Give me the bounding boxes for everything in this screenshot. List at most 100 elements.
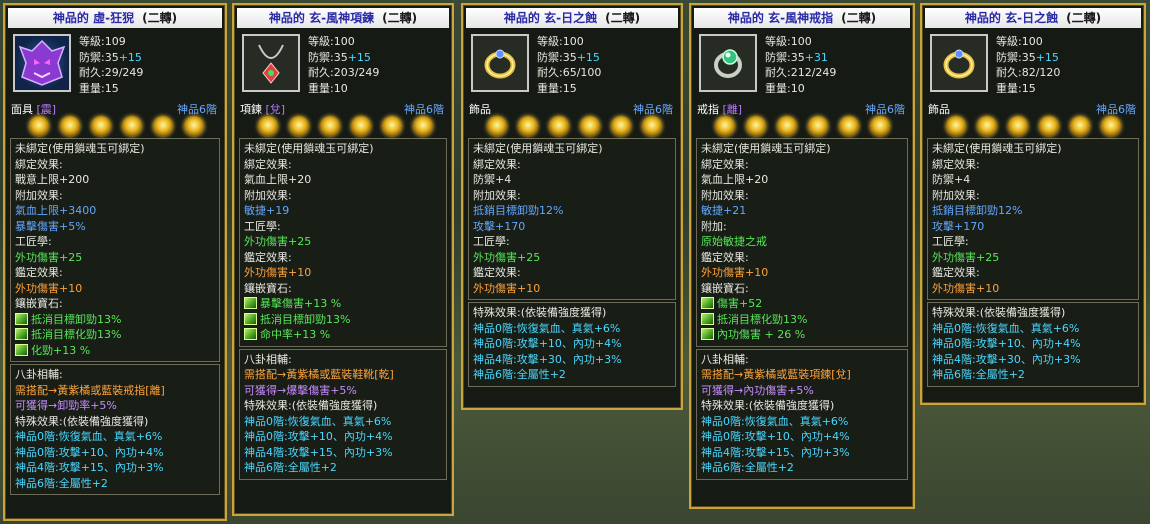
stat-line: 耐久:203/249	[308, 66, 380, 79]
stat-line: 重量:10	[765, 81, 805, 95]
slot-row: 戒指 [離] 神品6階	[697, 102, 907, 138]
attribute-line: 外功傷害+10	[932, 281, 1000, 295]
attribute-line: 特殊效果:(依裝備強度獲得)	[15, 414, 149, 428]
stat-line: 重量:10	[308, 81, 348, 95]
attribute-line: 鑑定效果:	[932, 266, 980, 279]
refine-orb-icon	[977, 116, 997, 136]
stat-line: 防禦:35+31	[765, 50, 828, 64]
refine-orb-icon	[839, 116, 859, 136]
refine-orb-icon	[715, 116, 735, 136]
item-header: 等級:100 防禦:35+15 耐久:82/120 重量:15	[928, 32, 1138, 102]
attribute-line: 工匠學:	[932, 235, 969, 248]
refine-orb-icon	[642, 116, 662, 136]
gem-line: 命中率+13 %	[244, 327, 443, 343]
slot-row: 飾品 神品6階	[469, 102, 675, 138]
item-title: 神品的 玄-風神項鍊 (二轉)	[237, 8, 449, 28]
attribute-line: 神品6階:全屬性+2	[932, 368, 1025, 381]
gem-line: 化勁+13 %	[15, 343, 216, 359]
attribute-line: 氣血上限+3400	[15, 204, 97, 217]
attribute-line: 抵銷目標卸勁12%	[932, 204, 1023, 217]
attribute-line: 神品6階:全屬性+2	[244, 461, 337, 474]
attribute-line: 鑑定效果:	[15, 266, 63, 279]
attribute-line: 鑑定效果:	[473, 266, 521, 279]
slot-row: 項鍊 [兌] 神品6階	[240, 102, 446, 138]
item-stats: 等級:100 防禦:35+15 耐久:203/249 重量:10	[308, 34, 379, 96]
refine-orbs	[487, 116, 662, 136]
attribute-line: 神品4階:攻擊+15、內功+3%	[701, 445, 850, 459]
attribute-line: 特殊效果:(依裝備強度獲得)	[701, 399, 835, 412]
trigram-label: [離]	[722, 103, 743, 116]
attribute-line: 鑑定效果:	[244, 250, 292, 264]
gem-icon	[244, 312, 257, 325]
stat-line: 防禦:35+15	[79, 50, 142, 64]
item-name: 神品的 玄-風神戒指	[727, 11, 834, 25]
attribute-line: 未綁定(使用鎖魂玉可綁定)	[15, 142, 145, 155]
item-rank: (二轉)	[142, 11, 178, 25]
gem-icon	[701, 328, 714, 340]
refine-orb-icon	[777, 116, 797, 136]
stat-line: 防禦:35+15	[996, 50, 1059, 64]
item-header: 等級:100 防禦:35+15 耐久:203/249 重量:10	[240, 32, 446, 102]
item-header: 等級:100 防禦:35+15 耐久:65/100 重量:15	[469, 32, 675, 102]
gem-line: 內功傷害 + 26 %	[701, 327, 904, 343]
attribute-line: 神品0階:恢復氣血、真氣+6%	[15, 430, 163, 443]
refine-orbs	[946, 116, 1121, 136]
attribute-line: 神品0階:攻擊+10、內功+4%	[244, 430, 393, 443]
stat-line: 等級:100	[996, 35, 1043, 48]
refine-orb-icon	[1070, 116, 1090, 136]
attribute-line: 附加效果:	[244, 188, 292, 202]
refine-orb-icon	[413, 116, 433, 136]
attribute-line: 神品0階:恢復氣血、真氣+6%	[473, 321, 621, 335]
attribute-line: 外功傷害+10	[701, 266, 769, 279]
trigram-label: [震]	[36, 103, 57, 116]
attribute-line: 神品4階:攻擊+30、內功+3%	[932, 352, 1081, 366]
attribute-section: 未綁定(使用鎖魂玉可綁定) 綁定效果: 防禦+4 附加效果: 抵銷目標卸勁12% 攻擊+1…	[927, 138, 1139, 300]
item-header: 等級:109 防禦:35+15 耐久:29/249 重量:15	[11, 32, 219, 102]
attribute-line: 工匠學:	[15, 235, 52, 248]
item-tooltip-accessory-2: 神品的 玄-日之蝕 (二轉) 等級:100 防禦:35+15 耐久:82/120 重量:…	[920, 3, 1146, 405]
attribute-line: 神品4階:攻擊+15、內功+3%	[15, 461, 164, 474]
refine-orb-icon	[91, 116, 111, 136]
refine-orbs	[715, 116, 890, 136]
attribute-line: 可獲得→卸勁率+5%	[15, 399, 117, 412]
attribute-line: 需搭配→黃紫橘或藍裝戒指[離]	[15, 383, 165, 397]
attribute-line: 附加效果:	[701, 188, 749, 202]
attribute-line: 八卦相輔:	[244, 352, 292, 366]
attribute-line: 外功傷害+25	[244, 235, 312, 248]
gem-icon	[15, 312, 28, 325]
refine-orb-icon	[946, 116, 966, 136]
gem-icon	[701, 297, 714, 309]
attribute-line: 附加效果:	[15, 188, 63, 202]
attribute-line: 外功傷害+25	[15, 250, 83, 264]
item-rank: (二轉)	[1066, 11, 1102, 25]
refine-orb-icon	[382, 116, 402, 136]
attribute-line: 綁定效果:	[932, 157, 980, 171]
refine-orb-icon	[122, 116, 142, 136]
attribute-line: 可獲得→內功傷害+5%	[701, 383, 814, 397]
attribute-line: 神品6階:全屬性+2	[473, 368, 566, 381]
item-title: 神品的 玄-日之蝕 (二轉)	[466, 8, 678, 28]
gem-icon	[244, 297, 257, 309]
gem-icon	[15, 343, 28, 356]
attribute-line: 可獲得→爆擊傷害+5%	[244, 383, 357, 397]
refine-orb-icon	[870, 116, 890, 136]
stat-line: 防禦:35+15	[537, 50, 600, 64]
attribute-line: 鑑定效果:	[701, 250, 749, 264]
refine-orb-icon	[29, 116, 49, 136]
refine-orb-icon	[1039, 116, 1059, 136]
item-name: 神品的 玄-風神項鍊	[268, 11, 375, 25]
gem-line: 抵消目標卸勁13%	[244, 312, 443, 328]
special-effect-section: 特殊效果:(依裝備強度獲得) 神品0階:恢復氣血、真氣+6% 神品0階:攻擊+10、…	[468, 302, 676, 387]
attribute-line: 綁定效果:	[244, 157, 292, 171]
gem-line: 抵消目標化勁13%	[701, 312, 904, 328]
attribute-line: 工匠學:	[244, 219, 281, 233]
attribute-line: 戰意上限+200	[15, 173, 90, 186]
item-title: 神品的 虛-狂猊 (二轉)	[8, 8, 222, 28]
attribute-section: 未綁定(使用鎖魂玉可綁定) 綁定效果: 氣血上限+20 附加效果: 敏捷+21 附加: 原始…	[696, 138, 908, 347]
item-stats: 等級:100 防禦:35+15 耐久:82/120 重量:15	[996, 34, 1060, 96]
item-rank: (二轉)	[841, 11, 877, 25]
item-tooltip-mask: 神品的 虛-狂猊 (二轉) 等級:109 防禦:35+15 耐久:29/249 重量:1…	[3, 3, 227, 521]
attribute-line: 特殊效果:(依裝備強度獲得)	[473, 306, 607, 319]
item-rank: (二轉)	[605, 11, 641, 25]
attribute-line: 鑲嵌寶石:	[244, 281, 292, 295]
